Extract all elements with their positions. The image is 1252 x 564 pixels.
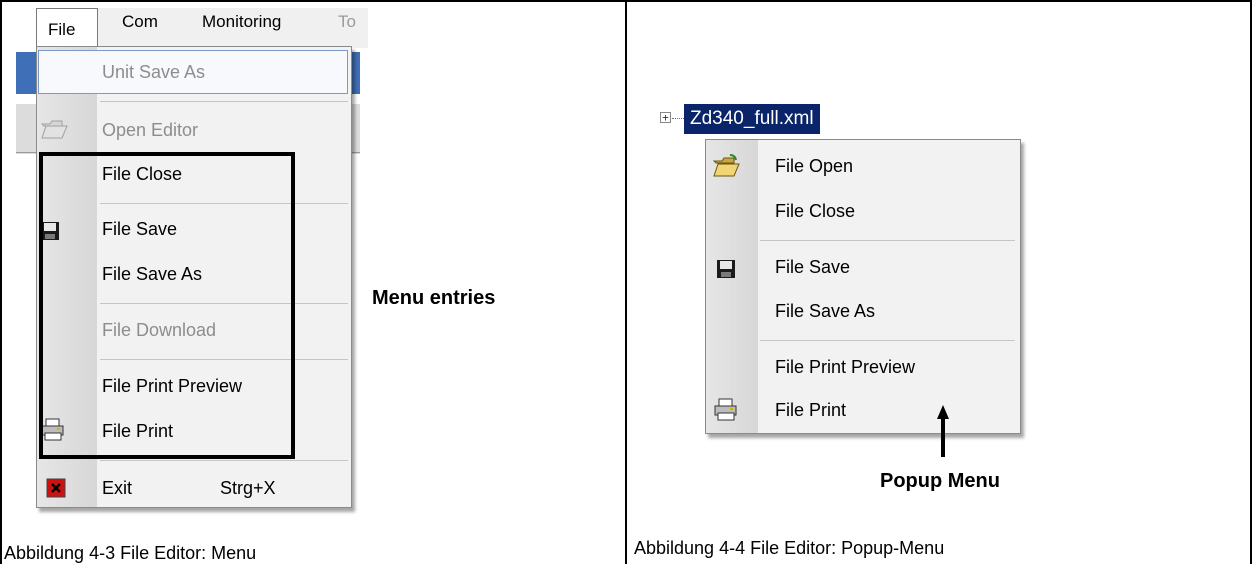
- tree-expand-toggle[interactable]: +: [660, 112, 671, 123]
- menu-item-unit-save-as[interactable]: Unit Save As: [102, 62, 205, 83]
- table-border-middle: [625, 0, 627, 564]
- caption-label: Abbildung 4-4: [634, 538, 746, 558]
- caption-text: File Editor: Popup-Menu: [750, 538, 945, 558]
- popup-separator: [760, 340, 1015, 341]
- popup-item-file-save-as[interactable]: File Save As: [775, 301, 875, 322]
- popup-item-file-print[interactable]: File Print: [775, 400, 846, 421]
- popup-item-file-print-preview[interactable]: File Print Preview: [775, 357, 915, 378]
- menu-item-open-editor[interactable]: Open Editor: [102, 120, 198, 141]
- popup-menu: [705, 139, 1021, 434]
- window-toolbar-strip: [16, 104, 38, 154]
- printer-icon: [713, 398, 739, 427]
- menu-separator: [100, 460, 348, 461]
- tree-connector: [672, 118, 684, 119]
- floppy-disk-icon: [716, 259, 736, 284]
- popup-menu-label: Popup Menu: [880, 470, 1000, 492]
- exit-icon: [46, 478, 66, 503]
- tree-node-selected[interactable]: Zd340_full.xml: [684, 104, 820, 134]
- popup-item-file-open[interactable]: File Open: [775, 156, 853, 177]
- window-titlebar-strip: [16, 52, 38, 94]
- folder-open-icon: [40, 116, 68, 145]
- popup-item-file-close[interactable]: File Close: [775, 201, 855, 222]
- menu-entries-label: Menu entries: [372, 287, 496, 309]
- popup-item-file-save[interactable]: File Save: [775, 257, 850, 278]
- highlight-box: [39, 152, 295, 459]
- menu-com[interactable]: Com: [122, 12, 158, 32]
- menu-separator: [100, 101, 348, 102]
- caption-label: Abbildung 4-3: [4, 543, 116, 563]
- menu-tools[interactable]: To: [338, 12, 356, 32]
- menu-file[interactable]: File: [36, 8, 98, 48]
- figure-caption-left: Abbildung 4-3 File Editor: Menu: [4, 543, 256, 564]
- menu-item-exit[interactable]: Exit: [102, 478, 132, 499]
- menu-monitoring[interactable]: Monitoring: [202, 12, 281, 32]
- menu-file-label: File: [48, 20, 76, 39]
- folder-open-icon: [712, 153, 740, 184]
- figure-caption-right: Abbildung 4-4 File Editor: Popup-Menu: [634, 538, 944, 559]
- menu-item-exit-shortcut: Strg+X: [220, 478, 276, 498]
- arrow-up-icon: [936, 403, 950, 464]
- caption-text: File Editor: Menu: [120, 543, 257, 563]
- table-border-left: [0, 0, 2, 564]
- popup-separator: [760, 240, 1015, 241]
